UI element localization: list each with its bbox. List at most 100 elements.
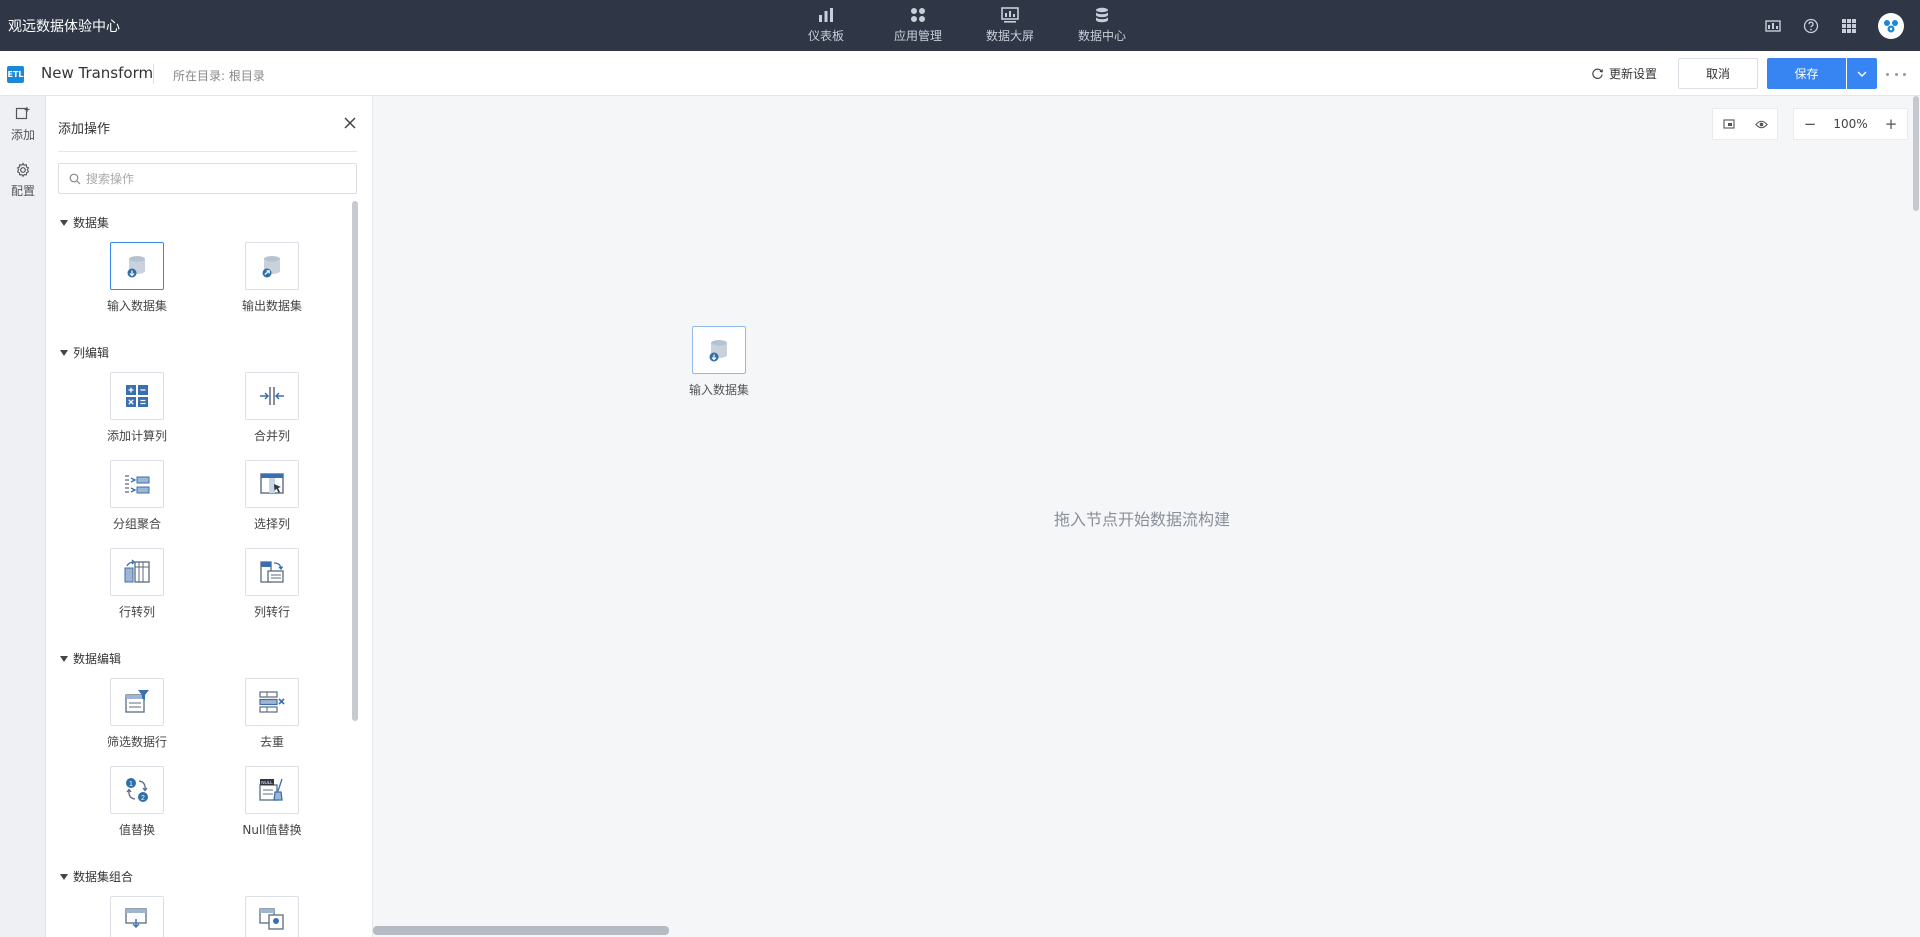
merge-columns-icon [260,387,284,405]
section-dataset[interactable]: 数据集 [60,214,109,231]
op-icon-box: 12 [110,766,164,814]
eye-icon [1754,120,1768,128]
op-icon-box [245,896,299,937]
op-group-aggregate[interactable]: 分组聚合 [82,460,192,532]
rail-add[interactable]: 添加 [0,96,46,152]
caret-down-icon [60,655,68,662]
op-column-to-row[interactable]: 列转行 [217,548,327,620]
svg-text:1: 1 [129,781,133,788]
op-merge-columns[interactable]: 合并列 [217,372,327,444]
display-button[interactable] [1754,0,1792,51]
screen-icon [1001,7,1019,23]
op-icon-box [110,242,164,290]
op-label: 分组聚合 [112,517,161,531]
left-rail: 添加 配置 [0,96,46,937]
filter-rows-icon [125,690,149,713]
save-dropdown-button[interactable] [1847,58,1877,89]
directory-value[interactable]: 根目录 [229,69,265,83]
value-replace-icon: 12 [126,778,148,802]
nav-data-screen[interactable]: 数据大屏 [964,0,1056,51]
op-deduplicate[interactable]: 去重 [217,678,327,750]
op-select-columns[interactable]: 选择列 [217,460,327,532]
op-value-replace[interactable]: 12 值替换 [82,766,192,838]
nav-data-center[interactable]: 数据中心 [1056,0,1148,51]
zoom-out-button[interactable]: − [1802,115,1818,133]
gear-icon [16,162,30,177]
save-button[interactable]: 保存 [1767,58,1846,89]
rail-config[interactable]: 配置 [0,152,46,208]
op-icon-box [245,460,299,508]
avatar[interactable] [1878,12,1904,39]
op-label: Null值替换 [242,823,302,837]
update-settings-label: 更新设置 [1609,67,1658,81]
op-null-replace[interactable]: NULL Null值替换 [217,766,327,838]
display-icon [1765,19,1781,32]
etl-badge: ETL [7,66,24,83]
search-icon [69,173,81,184]
close-icon[interactable] [343,116,357,130]
svg-text:NULL: NULL [261,780,273,785]
op-label: 输入数据集 [106,299,167,313]
section-column-edit[interactable]: 列编辑 [60,344,109,361]
op-row-to-column[interactable]: 行转列 [82,548,192,620]
join-datasets-icon [259,908,284,930]
horizontal-scrollbar[interactable] [373,926,669,935]
chevron-down-icon [1857,71,1867,77]
op-icon-box [110,372,164,420]
op-icon-box [245,242,299,290]
section-title: 数据集组合 [73,870,134,884]
cancel-button[interactable]: 取消 [1678,58,1758,89]
op-label: 去重 [259,735,284,749]
top-nav: 仪表板 应用管理 数据大屏 数据中心 [780,0,1148,51]
op-label: 添加计算列 [106,429,167,443]
refresh-icon [1592,68,1603,79]
op-label: 值替换 [118,823,155,837]
op-output-dataset[interactable]: 输出数据集 [217,242,327,314]
op-icon-box [110,896,164,937]
nav-dashboard[interactable]: 仪表板 [780,0,872,51]
update-settings-button[interactable]: 更新设置 [1591,65,1657,82]
op-icon-box [245,678,299,726]
vertical-scrollbar[interactable] [1913,96,1919,211]
operation-search [58,163,357,194]
op-label: 列转行 [253,605,290,619]
nav-app-management[interactable]: 应用管理 [872,0,964,51]
section-title: 数据编辑 [73,652,122,666]
section-data-edit[interactable]: 数据编辑 [60,650,121,667]
apps-icon [911,8,925,22]
zoom-in-button[interactable]: + [1883,115,1899,133]
editor-toolbar: ETL New Transform 所在目录: 根目录 更新设置 取消 保存 [0,51,1920,96]
search-input[interactable] [86,171,346,186]
section-dataset-combine[interactable]: 数据集组合 [60,868,133,885]
canvas-node-input-dataset[interactable]: 输入数据集 [686,326,752,398]
op-filter-rows[interactable]: 筛选数据行 [82,678,192,750]
top-right-icons [1754,0,1920,51]
op-combine-item-2[interactable] [217,896,327,937]
brand-name[interactable]: 观远数据体验中心 [8,16,120,36]
nav-label: 仪表板 [807,29,844,43]
panel-scrollbar[interactable] [352,201,358,721]
op-icon-box [245,372,299,420]
canvas-empty-hint: 拖入节点开始数据流构建 [1054,510,1231,529]
op-add-calc-column[interactable]: 添加计算列 [82,372,192,444]
nav-label: 数据中心 [1077,29,1126,43]
preview-button[interactable] [1751,114,1771,134]
column-to-row-icon [260,561,284,583]
op-label: 筛选数据行 [106,735,167,749]
op-label: 合并列 [253,429,290,443]
more-options-button[interactable] [1886,67,1906,81]
append-rows-icon [125,908,147,928]
help-button[interactable] [1792,0,1830,51]
grid-icon [1842,18,1856,33]
caret-down-icon [60,349,68,356]
minimap-button[interactable] [1719,114,1739,134]
rail-config-label: 配置 [10,183,35,198]
op-input-dataset[interactable]: 输入数据集 [82,242,192,314]
transform-title[interactable]: New Transform [41,64,153,82]
zoom-level: 100% [1833,117,1868,131]
op-icon-box [245,548,299,596]
toolbar-divider [153,64,154,84]
app-grid-button[interactable] [1830,0,1868,51]
canvas-tools [1712,108,1778,140]
op-combine-item-1[interactable] [82,896,192,937]
